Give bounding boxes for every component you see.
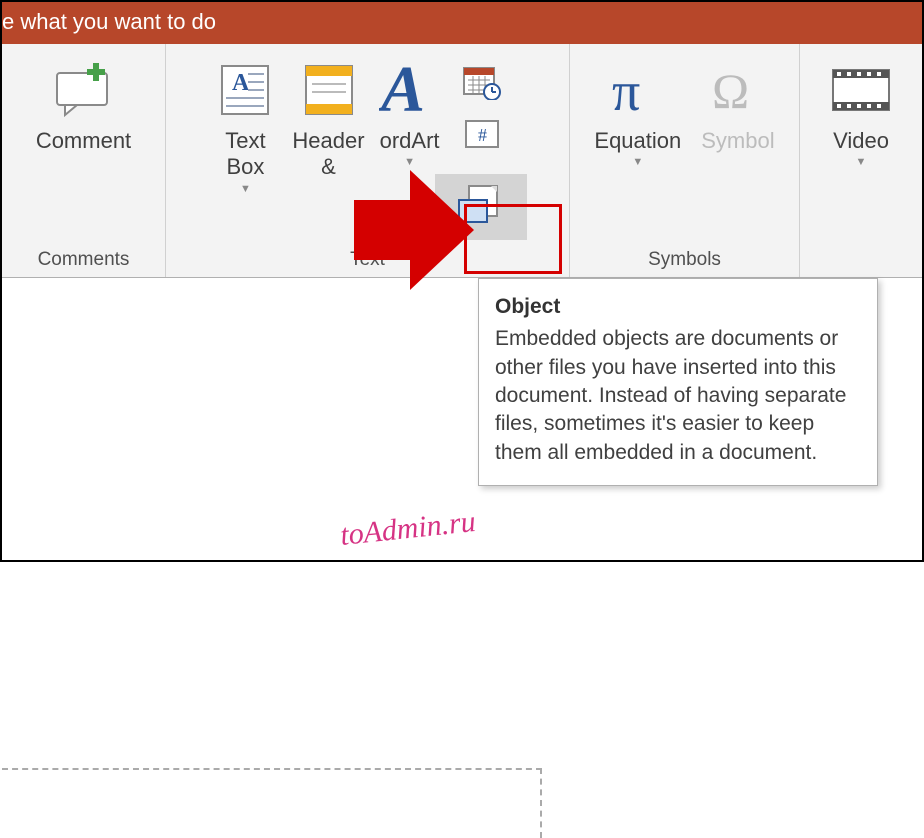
svg-text:Ω: Ω <box>712 63 749 118</box>
chevron-down-icon: ▼ <box>856 156 867 169</box>
equation-icon: π <box>606 56 670 124</box>
symbol-icon: Ω <box>708 56 768 124</box>
textbox-button[interactable]: A Text Box ▼ <box>208 52 282 200</box>
wordart-icon: A <box>379 56 441 124</box>
equation-button[interactable]: π Equation ▼ <box>584 52 691 174</box>
ribbon: Comment Comments A Text <box>2 44 922 278</box>
textbox-icon: A <box>218 56 272 124</box>
datetime-button[interactable] <box>457 64 507 104</box>
textbox-label: Text Box <box>225 128 265 181</box>
comment-label: Comment <box>36 128 131 154</box>
video-button[interactable]: Video ▼ <box>819 52 903 174</box>
header-footer-button[interactable]: Header & <box>282 52 374 185</box>
object-icon <box>455 182 507 233</box>
object-button[interactable] <box>435 174 527 240</box>
tooltip-title: Object <box>495 293 861 321</box>
tooltip-object: Object Embedded objects are documents or… <box>478 278 878 486</box>
video-icon <box>829 56 893 124</box>
slidenumber-button[interactable]: # <box>457 116 507 156</box>
wordart-label: ordArt <box>380 128 440 154</box>
tell-me-bar[interactable]: e what you want to do <box>2 2 922 44</box>
header-footer-icon <box>302 56 356 124</box>
comment-icon <box>51 56 115 124</box>
chevron-down-icon: ▼ <box>240 183 251 196</box>
symbol-button[interactable]: Ω Symbol <box>691 52 784 158</box>
symbol-label: Symbol <box>701 128 774 154</box>
video-label: Video <box>833 128 889 154</box>
group-text-label: Text <box>166 249 569 277</box>
slidenumber-icon: # <box>464 119 500 154</box>
tooltip-body: Embedded objects are documents or other … <box>495 325 861 467</box>
group-media-label <box>800 271 922 277</box>
chevron-down-icon: ▼ <box>404 156 415 169</box>
group-text: A Text Box ▼ <box>166 44 570 277</box>
svg-text:π: π <box>612 62 640 118</box>
wordart-button[interactable]: A ordArt ▼ <box>369 52 451 174</box>
header-footer-label: Header & <box>292 128 364 181</box>
group-media: Video ▼ <box>800 44 922 277</box>
tell-me-text: e what you want to do <box>2 9 216 35</box>
group-symbols-label: Symbols <box>570 249 799 277</box>
group-comments: Comment Comments <box>2 44 166 277</box>
group-symbols: π Equation ▼ Ω Symbol Symbols <box>570 44 800 277</box>
chevron-down-icon: ▼ <box>632 156 643 169</box>
comment-button[interactable]: Comment <box>26 52 141 158</box>
svg-text:A: A <box>232 70 250 96</box>
equation-label: Equation <box>594 128 681 154</box>
slide-boundary <box>2 768 542 838</box>
svg-text:A: A <box>379 59 425 121</box>
group-comments-label: Comments <box>2 249 165 277</box>
datetime-icon <box>462 64 502 105</box>
svg-text:#: # <box>478 125 487 145</box>
